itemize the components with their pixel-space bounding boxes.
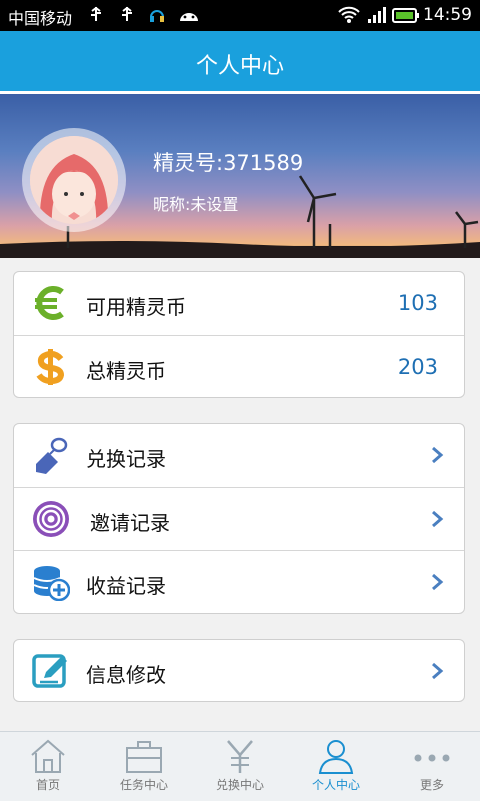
- avatar-frame[interactable]: [22, 128, 126, 232]
- earnings-records-row[interactable]: 收益记录: [14, 550, 464, 614]
- battery-icon: [392, 8, 419, 23]
- wifi-icon: [338, 6, 360, 23]
- records-card: 兑换记录 邀请记录 收益记录: [13, 423, 465, 614]
- dollar-icon: [36, 349, 65, 385]
- euro-icon: [35, 286, 64, 320]
- coins-icon: [33, 566, 70, 601]
- home-icon: [31, 739, 65, 773]
- chevron-right-icon: [432, 573, 444, 591]
- profile-banner: 精灵号:371589 昵称:未设置: [0, 94, 480, 258]
- chevron-right-icon: [432, 446, 444, 464]
- title-bar: 个人中心: [0, 31, 480, 94]
- tab-tasks[interactable]: 任务中心: [96, 732, 192, 801]
- yen-icon: [227, 740, 253, 773]
- exchange-records-row[interactable]: 兑换记录: [14, 424, 464, 487]
- tag-icon: [36, 437, 68, 474]
- edit-info-row[interactable]: 信息修改: [14, 640, 464, 703]
- tab-tasks-label: 任务中心: [119, 778, 168, 792]
- carrier-name: 中国移动: [8, 9, 73, 28]
- total-coins-row[interactable]: 总精灵币 203: [14, 335, 464, 399]
- user-id: 精灵号:371589: [153, 151, 304, 175]
- settings-card: 信息修改: [13, 639, 465, 702]
- invite-records-label: 邀请记录: [90, 511, 170, 535]
- girl-avatar-icon: [30, 136, 118, 224]
- person-icon: [318, 740, 354, 774]
- tab-profile[interactable]: 个人中心: [288, 732, 384, 801]
- page-title: 个人中心: [195, 54, 284, 79]
- balance-card: 可用精灵币 103 总精灵币 203: [13, 271, 465, 398]
- tab-more-label: 更多: [419, 778, 444, 792]
- total-coins-label: 总精灵币: [86, 359, 166, 383]
- earnings-records-label: 收益记录: [86, 574, 166, 598]
- bottom-tab-bar: 首页 任务中心 兑换中心 个人中心 更多: [0, 731, 480, 801]
- signal-icon: [368, 7, 386, 23]
- edit-icon: [32, 654, 67, 688]
- nickname[interactable]: 昵称:未设置: [153, 191, 238, 215]
- tab-home-label: 首页: [35, 778, 60, 792]
- available-coins-value: 103: [397, 291, 438, 315]
- invite-records-row[interactable]: 邀请记录: [14, 487, 464, 551]
- tab-exchange-label: 兑换中心: [215, 778, 264, 792]
- briefcase-icon: [126, 741, 162, 773]
- available-coins-row[interactable]: 可用精灵币 103: [14, 272, 464, 335]
- tab-exchange[interactable]: 兑换中心: [192, 732, 288, 801]
- android-icon: [180, 13, 198, 21]
- broadcast-icon: [33, 501, 69, 537]
- total-coins-value: 203: [397, 355, 438, 379]
- tab-more[interactable]: 更多: [384, 732, 480, 801]
- more-icon: [414, 754, 450, 762]
- available-coins-label: 可用精灵币: [86, 295, 186, 319]
- edit-info-label: 信息修改: [86, 663, 166, 687]
- tab-profile-label: 个人中心: [311, 778, 360, 792]
- tab-home[interactable]: 首页: [0, 732, 96, 801]
- status-bar: 中国移动 14:59: [0, 0, 480, 31]
- usb-icon-2: [122, 6, 132, 21]
- chevron-right-icon: [432, 510, 444, 528]
- chevron-right-icon: [432, 662, 444, 680]
- clock: 14:59: [423, 5, 472, 25]
- headset-icon: [150, 10, 164, 22]
- avatar[interactable]: [30, 136, 118, 224]
- usb-icon: [91, 6, 101, 21]
- exchange-records-label: 兑换记录: [86, 447, 166, 471]
